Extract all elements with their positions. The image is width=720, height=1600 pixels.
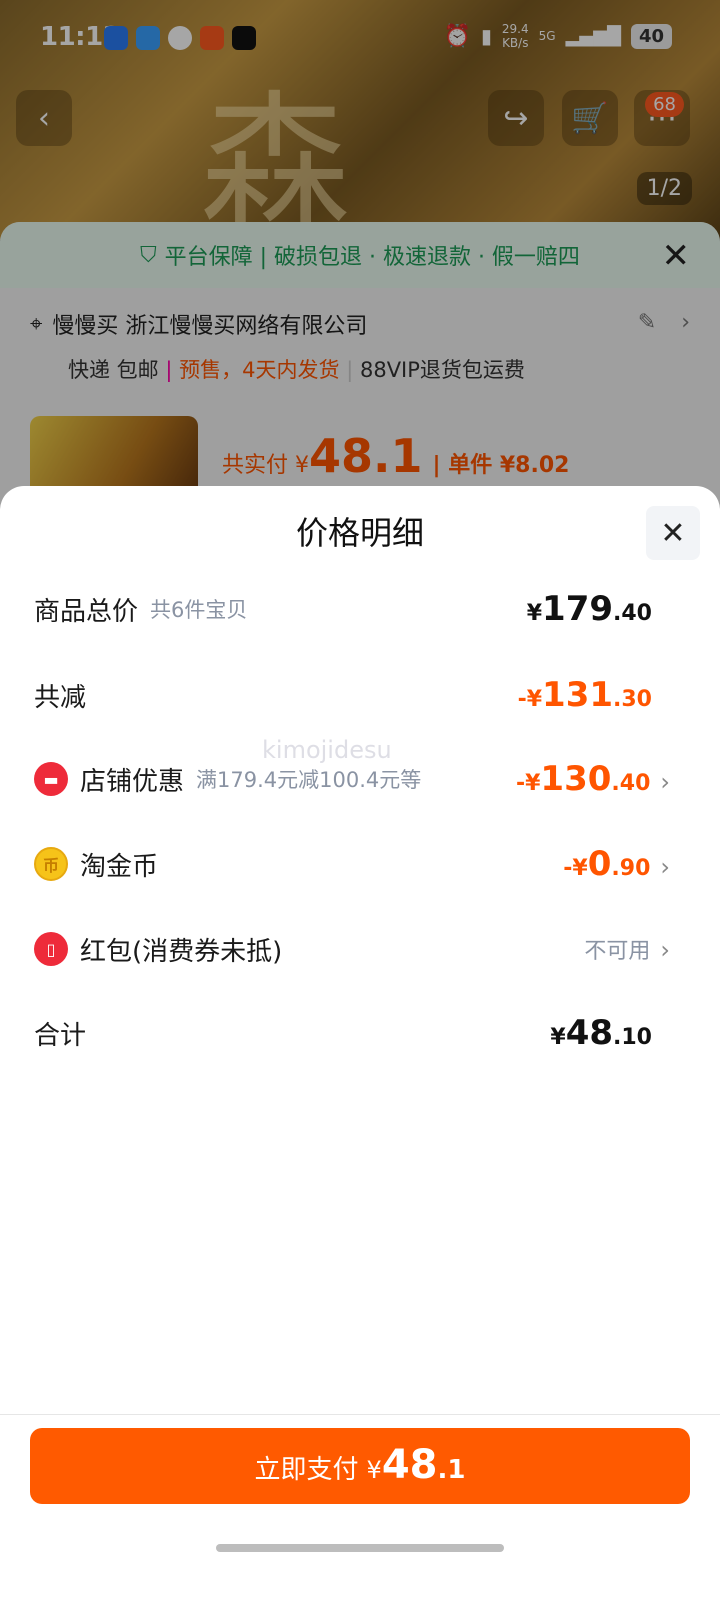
- row-label: 红包(消费券未抵): [80, 936, 283, 967]
- chevron-right-icon: ›: [660, 936, 670, 964]
- row-subtotal: 商品总价 共6件宝贝 ¥179.40: [34, 584, 670, 634]
- red-packet-status: 不可用 ›: [584, 936, 670, 964]
- row-label: 共减: [34, 682, 87, 713]
- row-taojinbi[interactable]: 币 淘金币 -¥ 0.90 ›: [34, 839, 670, 889]
- row-red-packet[interactable]: ▯ 红包(消费券未抵) 不可用 ›: [34, 924, 670, 974]
- row-label: 合计: [34, 1020, 87, 1051]
- row-sub: 共6件宝贝: [150, 598, 248, 622]
- close-icon: ✕: [660, 515, 686, 551]
- row-label: 店铺优惠: [80, 766, 185, 797]
- subtotal-value: ¥179.40: [526, 589, 652, 629]
- close-button[interactable]: ✕: [646, 506, 700, 560]
- sheet-title: 价格明细: [295, 514, 424, 552]
- total-discount-value: -¥ 131.30: [517, 675, 652, 715]
- chevron-right-icon: ›: [660, 768, 670, 796]
- coin-icon: 币: [34, 847, 68, 881]
- shop-icon: ▬: [34, 762, 68, 796]
- chevron-right-icon: ›: [660, 853, 670, 881]
- row-shop-discount[interactable]: ▬ 店铺优惠 满179.4元减100.4元等 -¥ 130.40 ›: [34, 754, 670, 804]
- row-sub: 满179.4元减100.4元等: [196, 768, 422, 792]
- coin-discount-value: -¥ 0.90 ›: [563, 844, 670, 884]
- row-total: 合计 ¥48.10: [34, 1008, 670, 1058]
- row-label: 商品总价: [34, 596, 139, 627]
- price-detail-sheet: 价格明细 ✕ kimojidesu 商品总价 共6件宝贝 ¥179.40 共减 …: [0, 486, 720, 1600]
- total-value: ¥48.10: [550, 1013, 652, 1053]
- shop-discount-value: -¥ 130.40 ›: [515, 759, 670, 799]
- home-indicator[interactable]: [216, 1544, 504, 1552]
- pay-now-button[interactable]: 立即支付 ¥ 48 .1: [30, 1428, 690, 1504]
- row-label: 淘金币: [80, 851, 159, 882]
- divider: [0, 1414, 720, 1415]
- red-packet-icon: ▯: [34, 932, 68, 966]
- row-total-discount: 共减 -¥ 131.30: [34, 670, 670, 720]
